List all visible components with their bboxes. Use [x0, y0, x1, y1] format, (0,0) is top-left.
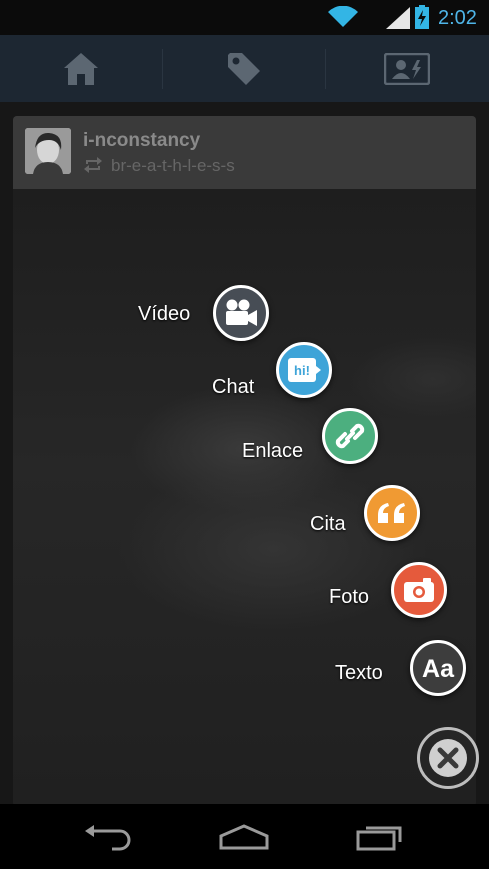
- status-time: 2:02: [438, 7, 477, 29]
- svg-text:hi!: hi!: [294, 363, 310, 378]
- nav-home-button[interactable]: [204, 804, 284, 869]
- system-nav-bar: [0, 804, 489, 869]
- post-username[interactable]: i-nconstancy: [83, 130, 200, 152]
- compose-text-label[interactable]: Texto: [335, 662, 383, 685]
- tab-tags[interactable]: [163, 35, 325, 102]
- close-compose-button[interactable]: [417, 727, 479, 789]
- compose-link-button[interactable]: [322, 408, 378, 464]
- nav-recent-apps-button[interactable]: [340, 804, 420, 869]
- compose-photo-button[interactable]: [391, 562, 447, 618]
- compose-link-label[interactable]: Enlace: [242, 440, 303, 463]
- compose-quote-button[interactable]: [364, 485, 420, 541]
- reblog-source[interactable]: br-e-a-t-h-l-e-s-s: [83, 156, 235, 179]
- compose-quote-label[interactable]: Cita: [310, 513, 346, 536]
- compose-photo-label[interactable]: Foto: [329, 586, 369, 609]
- compose-chat-label[interactable]: Chat: [212, 376, 254, 399]
- avatar[interactable]: [25, 128, 71, 174]
- compose-chat-button[interactable]: hi!: [276, 342, 332, 398]
- reblog-source-name: br-e-a-t-h-l-e-s-s: [111, 156, 235, 175]
- svg-text:Aa: Aa: [422, 655, 455, 683]
- tab-dashboard[interactable]: [0, 35, 162, 102]
- status-bar: 2:02: [0, 0, 489, 35]
- reblog-icon: [83, 156, 103, 179]
- nav-back-button[interactable]: [68, 804, 148, 869]
- compose-text-button[interactable]: Aa: [410, 640, 466, 696]
- compose-video-label[interactable]: Vídeo: [138, 303, 190, 326]
- app-top-bar: [0, 35, 489, 103]
- battery-charging-icon: [415, 5, 429, 34]
- compose-video-button[interactable]: [213, 285, 269, 341]
- tab-account[interactable]: [326, 35, 488, 102]
- signal-icon: [386, 7, 410, 34]
- post-header: i-nconstancy br-e-a-t-h-l-e-s-s: [13, 116, 476, 189]
- wifi-icon: [328, 5, 358, 33]
